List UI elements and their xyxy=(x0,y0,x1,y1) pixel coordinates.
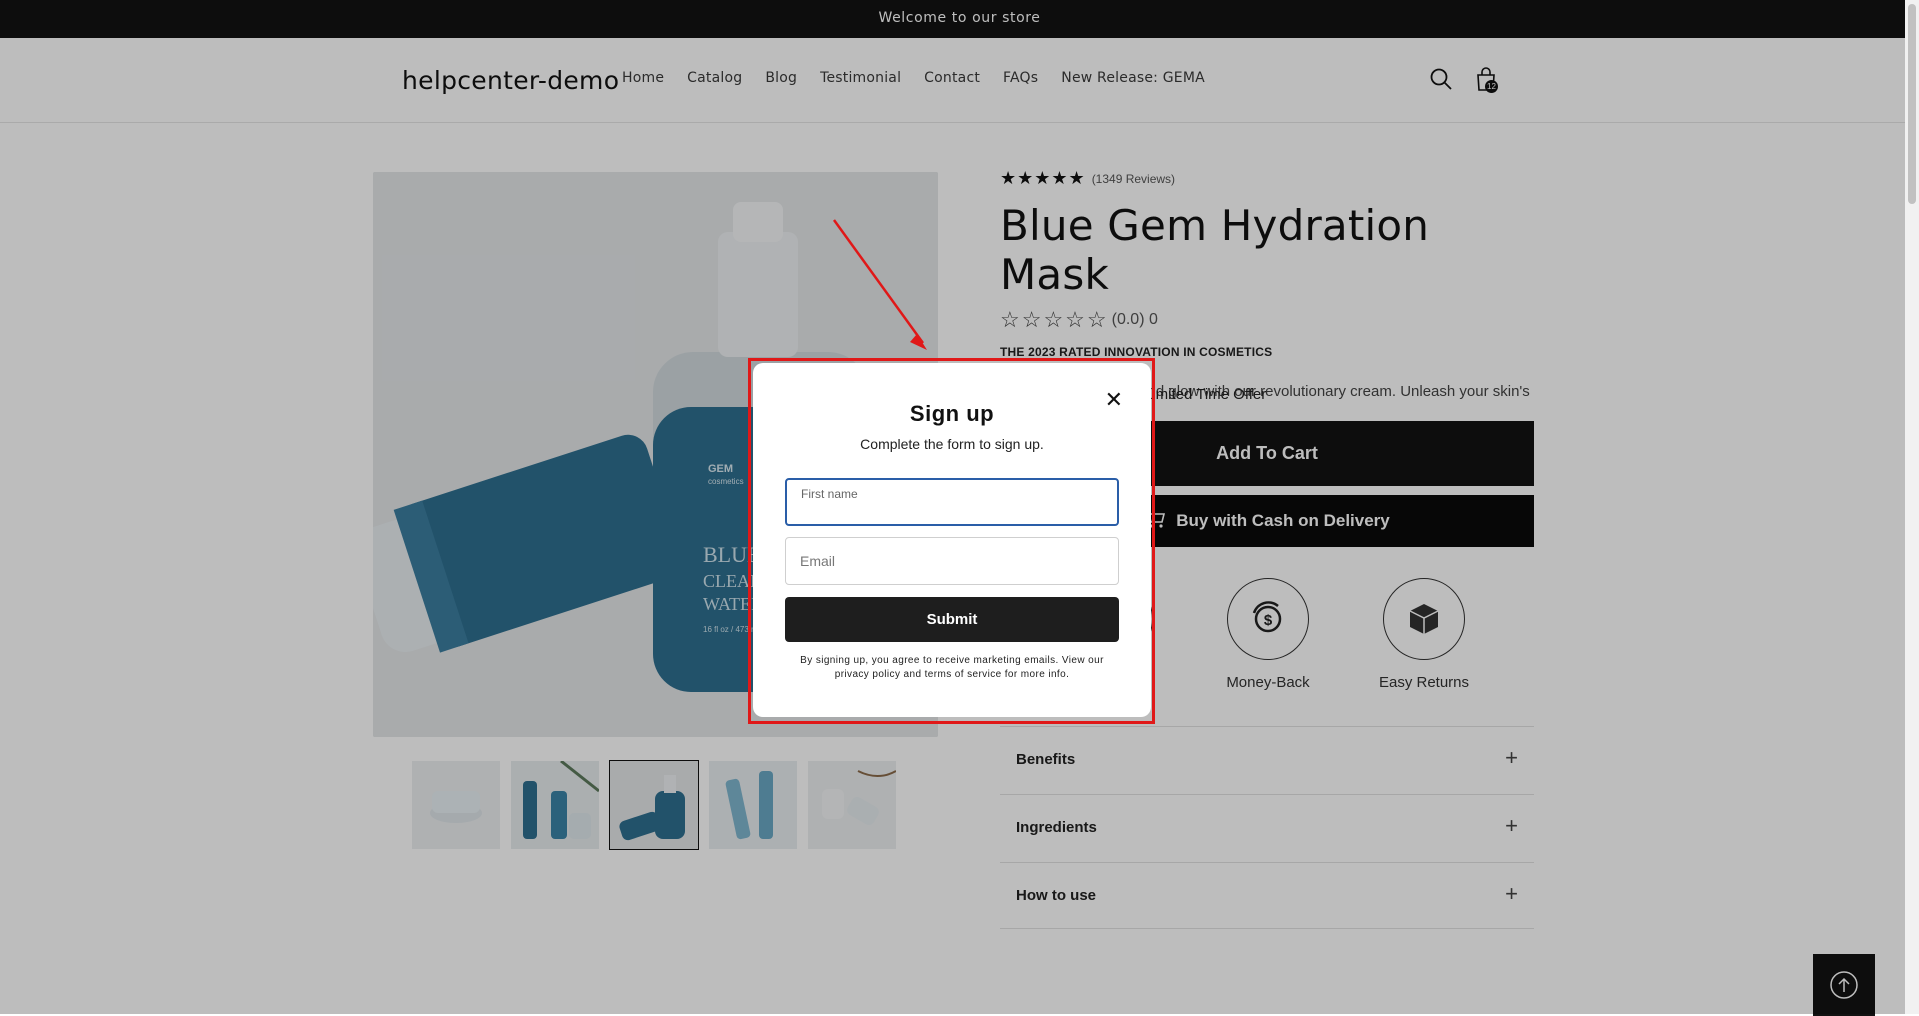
email-placeholder: Email xyxy=(800,553,836,569)
modal-title: Sign up xyxy=(909,401,995,426)
legal-text: By signing up, you agree to receive mark… xyxy=(800,655,1104,680)
email-field[interactable]: Email xyxy=(785,537,1119,585)
first-name-field[interactable]: First name xyxy=(785,478,1119,526)
scrollbar-thumb[interactable] xyxy=(1908,4,1916,204)
signup-modal: ✕ Sign up Complete the form to sign up. … xyxy=(753,363,1151,717)
first-name-placeholder: First name xyxy=(801,487,858,501)
submit-button[interactable]: Submit xyxy=(785,597,1119,642)
annotation-arrow xyxy=(832,219,927,350)
page-scrollbar[interactable] xyxy=(1905,0,1919,1014)
modal-subtitle: Complete the form to sign up. xyxy=(860,436,1044,452)
